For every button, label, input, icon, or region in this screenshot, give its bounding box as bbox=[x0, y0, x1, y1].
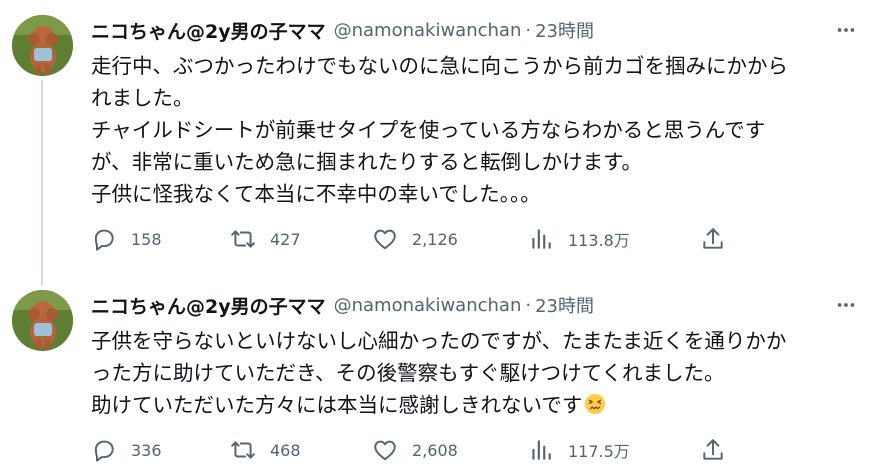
views-chart-icon bbox=[532, 440, 551, 460]
reply-button[interactable]: 158 bbox=[91, 224, 162, 254]
confounded-face-emoji-icon bbox=[584, 392, 606, 415]
heart-icon bbox=[374, 440, 396, 461]
like-count: 2,608 bbox=[412, 440, 458, 460]
retweet-icon bbox=[231, 230, 255, 248]
header-separator: · bbox=[525, 19, 532, 41]
author-handle[interactable]: @namonakiwanchan bbox=[334, 295, 522, 316]
action-bar: 158 427 2,126 113.8万 bbox=[91, 224, 871, 254]
retweet-count: 468 bbox=[270, 440, 301, 460]
tweet-text-line: 走行中、ぶつかったわけでもないのに急に向こうから前カゴを掴みにかから bbox=[91, 54, 788, 78]
tweet-text-line: れました。 bbox=[91, 86, 194, 110]
tweet-text-line: 子供を守らないといけないし心細かったのですが、たまたま近くを通りかか bbox=[91, 329, 787, 353]
tweet[interactable]: ニコちゃん@2y男の子ママ @namonakiwanchan · 23時間 子供… bbox=[0, 280, 877, 476]
retweet-button[interactable]: 468 bbox=[230, 435, 301, 465]
tweet-header: ニコちゃん@2y男の子ママ @namonakiwanchan · 23時間 bbox=[91, 16, 594, 44]
author-name[interactable]: ニコちゃん@2y男の子ママ bbox=[91, 292, 326, 319]
avatar[interactable] bbox=[12, 15, 73, 76]
view-count: 113.8万 bbox=[568, 231, 630, 250]
views-button[interactable]: 117.5万 bbox=[528, 435, 630, 465]
author-name[interactable]: ニコちゃん@2y男の子ママ bbox=[91, 17, 326, 44]
tweet-text: 子供を守らないといけないし心細かったのですが、たまたま近くを通りかか った方に助… bbox=[91, 325, 861, 421]
reply-icon bbox=[94, 229, 114, 251]
action-bar: 336 468 2,608 117.5万 bbox=[91, 435, 871, 465]
heart-icon bbox=[374, 229, 396, 250]
timestamp[interactable]: 23時間 bbox=[535, 17, 594, 43]
tweet-text: 走行中、ぶつかったわけでもないのに急に向こうから前カゴを掴みにかから れました。… bbox=[91, 50, 861, 210]
retweet-icon bbox=[231, 441, 255, 459]
views-button[interactable]: 113.8万 bbox=[528, 224, 630, 254]
retweet-count: 427 bbox=[270, 229, 301, 249]
reply-icon bbox=[94, 440, 114, 462]
share-button[interactable] bbox=[700, 435, 726, 465]
tweet[interactable]: ニコちゃん@2y男の子ママ @namonakiwanchan · 23時間 走行… bbox=[0, 0, 877, 280]
reply-count: 158 bbox=[131, 229, 162, 249]
view-count: 117.5万 bbox=[568, 442, 630, 461]
avatar[interactable] bbox=[12, 290, 73, 351]
like-button[interactable]: 2,126 bbox=[372, 224, 458, 254]
reply-button[interactable]: 336 bbox=[91, 435, 162, 465]
tweet-text-line: チャイルドシートが前乗せタイプを使っている方ならわかると思うんです bbox=[91, 118, 766, 142]
views-chart-icon bbox=[532, 229, 551, 249]
like-button[interactable]: 2,608 bbox=[372, 435, 458, 465]
share-button[interactable] bbox=[700, 224, 726, 254]
tweet-text-line: った方に助けていただき、その後警察もすぐ駆けつけてくれました。 bbox=[91, 361, 725, 385]
author-handle[interactable]: @namonakiwanchan bbox=[334, 20, 522, 41]
tweet-text-line: 子供に怪我なくて本当に不幸中の幸いでした。。。 bbox=[91, 182, 541, 206]
share-icon bbox=[703, 228, 723, 249]
more-options-icon[interactable] bbox=[833, 292, 859, 318]
like-count: 2,126 bbox=[412, 229, 458, 249]
header-separator: · bbox=[525, 294, 532, 316]
tweet-text-segment: 助けていただいた方々には本当に感謝しきれないです bbox=[91, 393, 583, 417]
timestamp[interactable]: 23時間 bbox=[535, 292, 594, 318]
more-options-icon[interactable] bbox=[833, 17, 859, 43]
tweet-text-line: が、非常に重いため急に掴まれたりすると転倒しかけます。 bbox=[91, 150, 643, 174]
tweet-header: ニコちゃん@2y男の子ママ @namonakiwanchan · 23時間 bbox=[91, 291, 594, 319]
reply-count: 336 bbox=[131, 440, 162, 460]
share-icon bbox=[703, 439, 723, 460]
retweet-button[interactable]: 427 bbox=[230, 224, 301, 254]
tweet-text-line: 助けていただいた方々には本当に感謝しきれないです bbox=[91, 389, 861, 421]
